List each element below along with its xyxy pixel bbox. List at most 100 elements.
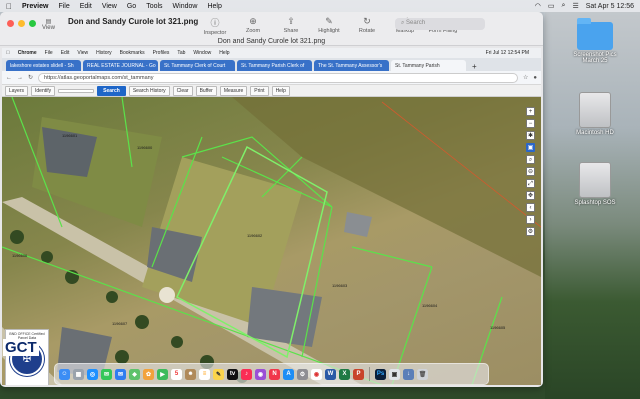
menubar-clock[interactable]: Sat Apr 5 12:56 — [586, 3, 634, 10]
help-button: Help — [271, 85, 290, 96]
menu-help[interactable]: Help — [207, 3, 221, 10]
house-roof — [344, 212, 372, 237]
captured-menu-item: Bookmarks — [115, 50, 145, 56]
mail-icon[interactable]: ✉ — [115, 368, 126, 380]
safari-icon[interactable]: ◎ — [87, 368, 98, 380]
macos-dock: ☺ ▦ ◎ ✉ ✉ ◆ ✿ ▶ 5 ☻ ≡ ✎ tv ♪ ◉ N A ⚙ ◉ W… — [54, 363, 489, 385]
captured-clock: Fri Jul 12 12:54 PM — [485, 50, 529, 56]
preview-window: ▤ View Don and Sandy Curole lot 321.png … — [0, 12, 543, 387]
settings-icon[interactable]: ⚙ — [297, 368, 308, 380]
svg-text:1196600: 1196600 — [137, 145, 153, 150]
finder-icon[interactable]: ☺ — [59, 368, 70, 380]
print-button: Print — [250, 85, 269, 96]
word-icon[interactable]: W — [325, 368, 336, 380]
music-icon[interactable]: ♪ — [241, 368, 252, 380]
cul-de-sac — [159, 287, 175, 303]
preview-icon[interactable]: ▣ — [389, 368, 400, 380]
desktop-icon-sublabel: March 25 — [582, 58, 608, 64]
browser-tab: The St. Tammany Assessor's — [314, 60, 389, 71]
forward-icon: → — [17, 74, 23, 81]
select-tool-icon: ▣ — [526, 143, 535, 152]
window-title: Don and Sandy Curole lot 321.png — [68, 17, 199, 26]
desktop-icon-label: Splashtop SOS — [574, 200, 616, 206]
buffer-button: Buffer — [195, 85, 217, 96]
launchpad-icon[interactable]: ▦ — [73, 368, 84, 380]
news-icon[interactable]: N — [269, 368, 280, 380]
preview-search-field[interactable]: ⌕ Search — [395, 18, 485, 30]
menu-view[interactable]: View — [102, 3, 117, 10]
search-history-button: Search History — [128, 85, 170, 96]
photos-icon[interactable]: ✿ — [143, 368, 154, 380]
battery-icon[interactable]: ▭ — [548, 2, 555, 10]
menu-edit[interactable]: Edit — [80, 3, 92, 10]
captured-menu-item: Tab — [173, 50, 185, 56]
downloads-icon[interactable]: ↓ — [403, 368, 414, 380]
tool-label: Rotate — [358, 28, 376, 34]
messages-icon[interactable]: ✉ — [101, 368, 112, 380]
excel-icon[interactable]: X — [339, 368, 350, 380]
desktop-icon-label: Macintosh HD — [576, 130, 614, 136]
control-center-icon[interactable]: ☰ — [572, 2, 578, 10]
svg-text:1196602: 1196602 — [247, 233, 263, 238]
minimize-window-button[interactable] — [18, 20, 25, 27]
tv-icon[interactable]: tv — [227, 368, 238, 380]
forward-extent-icon: › — [526, 215, 535, 224]
close-window-button[interactable] — [7, 20, 14, 27]
tool-label: Highlight — [318, 28, 340, 34]
gis-search-button: Search — [97, 85, 126, 96]
desktop-folder-screenshot-pics[interactable]: Screenshot Pics March 25 — [550, 18, 640, 64]
browser-tab-strip: lakeshore estates slidell - Sh REAL ESTA… — [2, 58, 541, 71]
desktop-macintosh-hd[interactable]: Macintosh HD — [550, 92, 640, 136]
macos-menubar:  Preview File Edit View Go Tools Window… — [0, 0, 640, 12]
share-button[interactable]: ⇪ Share — [276, 16, 306, 36]
clear-button: Clear — [172, 85, 193, 96]
zoom-button[interactable]: ⊕ Zoom — [238, 16, 268, 36]
captured-menu-item: Window — [189, 50, 211, 56]
contacts-icon[interactable]: ☻ — [185, 368, 196, 380]
menu-window[interactable]: Window — [173, 3, 198, 10]
tool-label: Zoom — [245, 28, 261, 34]
app-store-icon[interactable]: A — [283, 368, 294, 380]
folder-icon — [577, 18, 613, 50]
new-tab-icon: + — [472, 62, 477, 71]
share-icon: ⇪ — [287, 16, 295, 26]
back-icon: ← — [6, 74, 12, 81]
menu-app-name[interactable]: Preview — [22, 3, 48, 10]
captured-menu-item: View — [73, 50, 88, 56]
map-tool-column: + − ✱ ▣ ⌕ ⊖ ⤢ ✥ ‹ › ⚙ — [526, 107, 535, 236]
view-menu-button[interactable]: ▤ View — [42, 18, 55, 31]
captured-menu-item: Chrome — [14, 50, 37, 56]
chrome-icon[interactable]: ◉ — [311, 368, 322, 380]
gis-toolbar: Layers Identify Search Search History Cl… — [2, 85, 541, 97]
desktop-splashtop-sos[interactable]: Splashtop SOS — [550, 162, 640, 206]
podcasts-icon[interactable]: ◉ — [255, 368, 266, 380]
wifi-icon[interactable]: ◠ — [535, 2, 541, 10]
facetime-icon[interactable]: ▶ — [157, 368, 168, 380]
zoom-window-button[interactable] — [29, 20, 36, 27]
trash-icon[interactable]: 🗑 — [417, 368, 428, 380]
svg-text:1196606: 1196606 — [12, 253, 28, 258]
svg-text:1196603: 1196603 — [332, 283, 348, 288]
browser-tab: REAL ESTATE JOURNAL - Go — [83, 60, 158, 71]
browser-tab: lakeshore estates slidell - Sh — [6, 60, 81, 71]
photoshop-icon[interactable]: Ps — [375, 368, 386, 380]
notes-icon[interactable]: ✎ — [213, 368, 224, 380]
apple-menu-icon[interactable]:  — [6, 2, 12, 11]
magnifier-minus-icon: ⊖ — [526, 167, 535, 176]
aerial-parcel-map: 1196600 1196601 1196602 1196603 1196604 … — [2, 97, 541, 385]
menu-go[interactable]: Go — [127, 3, 136, 10]
reminders-icon[interactable]: ≡ — [199, 368, 210, 380]
inspector-button[interactable]: ⓘ Inspector — [200, 16, 230, 36]
captured-menu-item: Help — [215, 50, 229, 56]
reload-icon: ↻ — [28, 75, 34, 81]
menu-file[interactable]: File — [58, 3, 69, 10]
parcel-overlay: 1196600 1196601 1196602 1196603 1196604 … — [2, 97, 541, 385]
maps-icon[interactable]: ◆ — [129, 368, 140, 380]
calendar-icon[interactable]: 5 — [171, 368, 182, 380]
highlight-button[interactable]: ✎ Highlight — [314, 16, 344, 36]
powerpoint-icon[interactable]: P — [353, 368, 364, 380]
menu-tools[interactable]: Tools — [146, 3, 162, 10]
zoom-in-icon: + — [526, 107, 535, 116]
rotate-button[interactable]: ↻ Rotate — [352, 16, 382, 36]
search-icon[interactable]: ⌕ — [562, 2, 566, 10]
